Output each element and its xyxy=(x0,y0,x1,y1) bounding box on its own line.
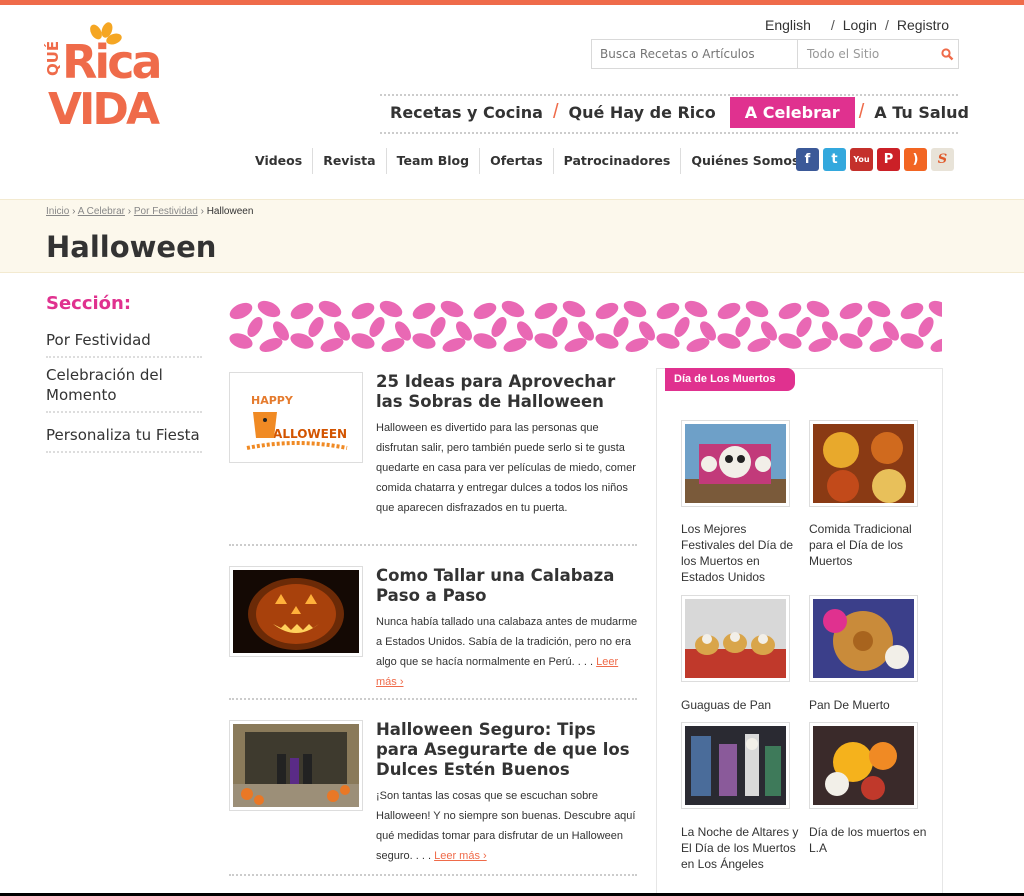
search-bar: Todo el Sitio xyxy=(591,39,959,69)
site-logo[interactable]: QUÉ Rica VIDA xyxy=(43,22,179,135)
nav-revista[interactable]: Revista xyxy=(312,148,385,174)
logo-rica: Rica xyxy=(62,35,160,89)
youtube-icon[interactable]: You xyxy=(850,148,873,171)
search-icon[interactable] xyxy=(936,40,958,68)
rss-icon[interactable]: ) xyxy=(904,148,927,171)
featured-tag[interactable]: Día de Los Muertos xyxy=(665,368,795,391)
language-link[interactable]: English xyxy=(765,17,811,33)
page-title: Halloween xyxy=(46,230,217,264)
read-more-link[interactable]: Leer más › xyxy=(434,850,487,862)
nav-divider xyxy=(380,94,958,96)
svg-text:HAPPY: HAPPY xyxy=(251,394,294,407)
login-link[interactable]: Login xyxy=(843,17,877,33)
decorative-leaf-banner xyxy=(229,297,942,353)
featured-thumbnail[interactable] xyxy=(809,722,918,809)
breadcrumb-por-festividad[interactable]: Por Festividad xyxy=(134,206,198,217)
logo-vida: VIDA xyxy=(48,84,160,132)
breadcrumb-inicio[interactable]: Inicio xyxy=(46,206,69,217)
sidebar-item-por-festividad[interactable]: Por Festividad xyxy=(46,324,202,358)
breadcrumb-sep: › xyxy=(72,206,76,217)
separator: / xyxy=(884,17,889,33)
featured-thumbnail[interactable] xyxy=(681,595,790,682)
sidebar-item-celebracion-del-momento[interactable]: Celebración del Momento xyxy=(46,358,202,413)
breadcrumb: Inicio › A Celebrar › Por Festividad › H… xyxy=(46,206,253,217)
top-accent-bar xyxy=(0,0,1024,5)
search-input[interactable] xyxy=(592,40,798,68)
article-excerpt-text: ¡Son tantas las cosas que se escuchan so… xyxy=(376,790,636,862)
breadcrumb-current: Halloween xyxy=(206,206,254,217)
svg-text:HALLOWEEN: HALLOWEEN xyxy=(263,427,347,441)
social-links: f t You P ) S xyxy=(796,148,954,171)
nav-patrocinadores[interactable]: Patrocinadores xyxy=(552,148,681,174)
article-divider xyxy=(229,698,637,700)
facebook-icon[interactable]: f xyxy=(796,148,819,171)
main-nav: Recetas y Cocina / Qué Hay de Rico A Cel… xyxy=(380,97,979,128)
nav-divider xyxy=(380,132,958,134)
nav-recetas-y-cocina[interactable]: Recetas y Cocina xyxy=(380,97,553,128)
sidebar-heading: Sección: xyxy=(46,293,132,314)
nav-videos[interactable]: Videos xyxy=(245,148,312,174)
article-excerpt: Nunca había tallado una calabaza antes d… xyxy=(376,612,641,692)
breadcrumb-sep: › xyxy=(200,206,204,217)
article-title[interactable]: Como Tallar una Calabaza Paso a Paso xyxy=(376,566,641,606)
article-excerpt: Halloween es divertido para las personas… xyxy=(376,418,641,518)
pinterest-icon[interactable]: P xyxy=(877,148,900,171)
article-excerpt: ¡Son tantas las cosas que se escuchan so… xyxy=(376,786,641,866)
nav-a-celebrar[interactable]: A Celebrar xyxy=(729,97,855,128)
featured-caption[interactable]: Comida Tradicional para el Día de los Mu… xyxy=(809,521,931,569)
article-thumbnail[interactable] xyxy=(229,566,363,657)
featured-caption[interactable]: Los Mejores Festivales del Día de los Mu… xyxy=(681,521,803,585)
article-divider xyxy=(229,544,637,546)
featured-thumbnail[interactable] xyxy=(681,722,790,809)
breadcrumb-sep: › xyxy=(127,206,132,217)
featured-thumbnail[interactable] xyxy=(809,420,918,507)
article-title[interactable]: 25 Ideas para Aprovechar las Sobras de H… xyxy=(376,372,641,412)
breadcrumb-a-celebrar[interactable]: A Celebrar xyxy=(78,206,125,217)
featured-caption[interactable]: Día de los muertos en L.A xyxy=(809,824,931,856)
article-title[interactable]: Halloween Seguro: Tips para Asegurarte d… xyxy=(376,720,641,780)
secondary-nav: Videos Revista Team Blog Ofertas Patroci… xyxy=(245,148,809,174)
nav-a-tu-salud[interactable]: A Tu Salud xyxy=(864,97,979,128)
featured-caption[interactable]: Pan De Muerto xyxy=(809,697,931,713)
nav-ofertas[interactable]: Ofertas xyxy=(479,148,553,174)
article-excerpt-text: Halloween es divertido para las personas… xyxy=(376,422,636,514)
article-thumbnail[interactable] xyxy=(229,720,363,811)
register-link[interactable]: Registro xyxy=(897,17,949,33)
sidebar-item-personaliza-tu-fiesta[interactable]: Personaliza tu Fiesta xyxy=(46,413,202,453)
article-card: HAPPY HALLOWEEN 25 Ideas para Aprovechar… xyxy=(229,372,637,550)
scribd-icon[interactable]: S xyxy=(931,148,954,171)
nav-quienes-somos[interactable]: Quiénes Somos xyxy=(680,148,809,174)
separator: / xyxy=(830,17,835,33)
nav-que-hay-de-rico[interactable]: Qué Hay de Rico xyxy=(559,97,726,128)
article-card: Halloween Seguro: Tips para Asegurarte d… xyxy=(229,720,637,880)
article-card: Como Tallar una Calabaza Paso a Paso Nun… xyxy=(229,566,637,706)
twitter-icon[interactable]: t xyxy=(823,148,846,171)
logo-que: QUÉ xyxy=(44,41,62,76)
featured-thumbnail[interactable] xyxy=(809,595,918,682)
section-sidebar: Sección: Por Festividad Celebración del … xyxy=(46,293,202,453)
featured-caption[interactable]: Guaguas de Pan xyxy=(681,697,803,713)
featured-thumbnail[interactable] xyxy=(681,420,790,507)
article-divider xyxy=(229,874,637,876)
search-scope-select[interactable]: Todo el Sitio xyxy=(798,40,936,68)
article-thumbnail[interactable]: HAPPY HALLOWEEN xyxy=(229,372,363,463)
top-links: English / Login / Registro xyxy=(765,17,949,33)
featured-caption[interactable]: La Noche de Altares y El Día de los Muer… xyxy=(681,824,803,872)
nav-team-blog[interactable]: Team Blog xyxy=(385,148,480,174)
